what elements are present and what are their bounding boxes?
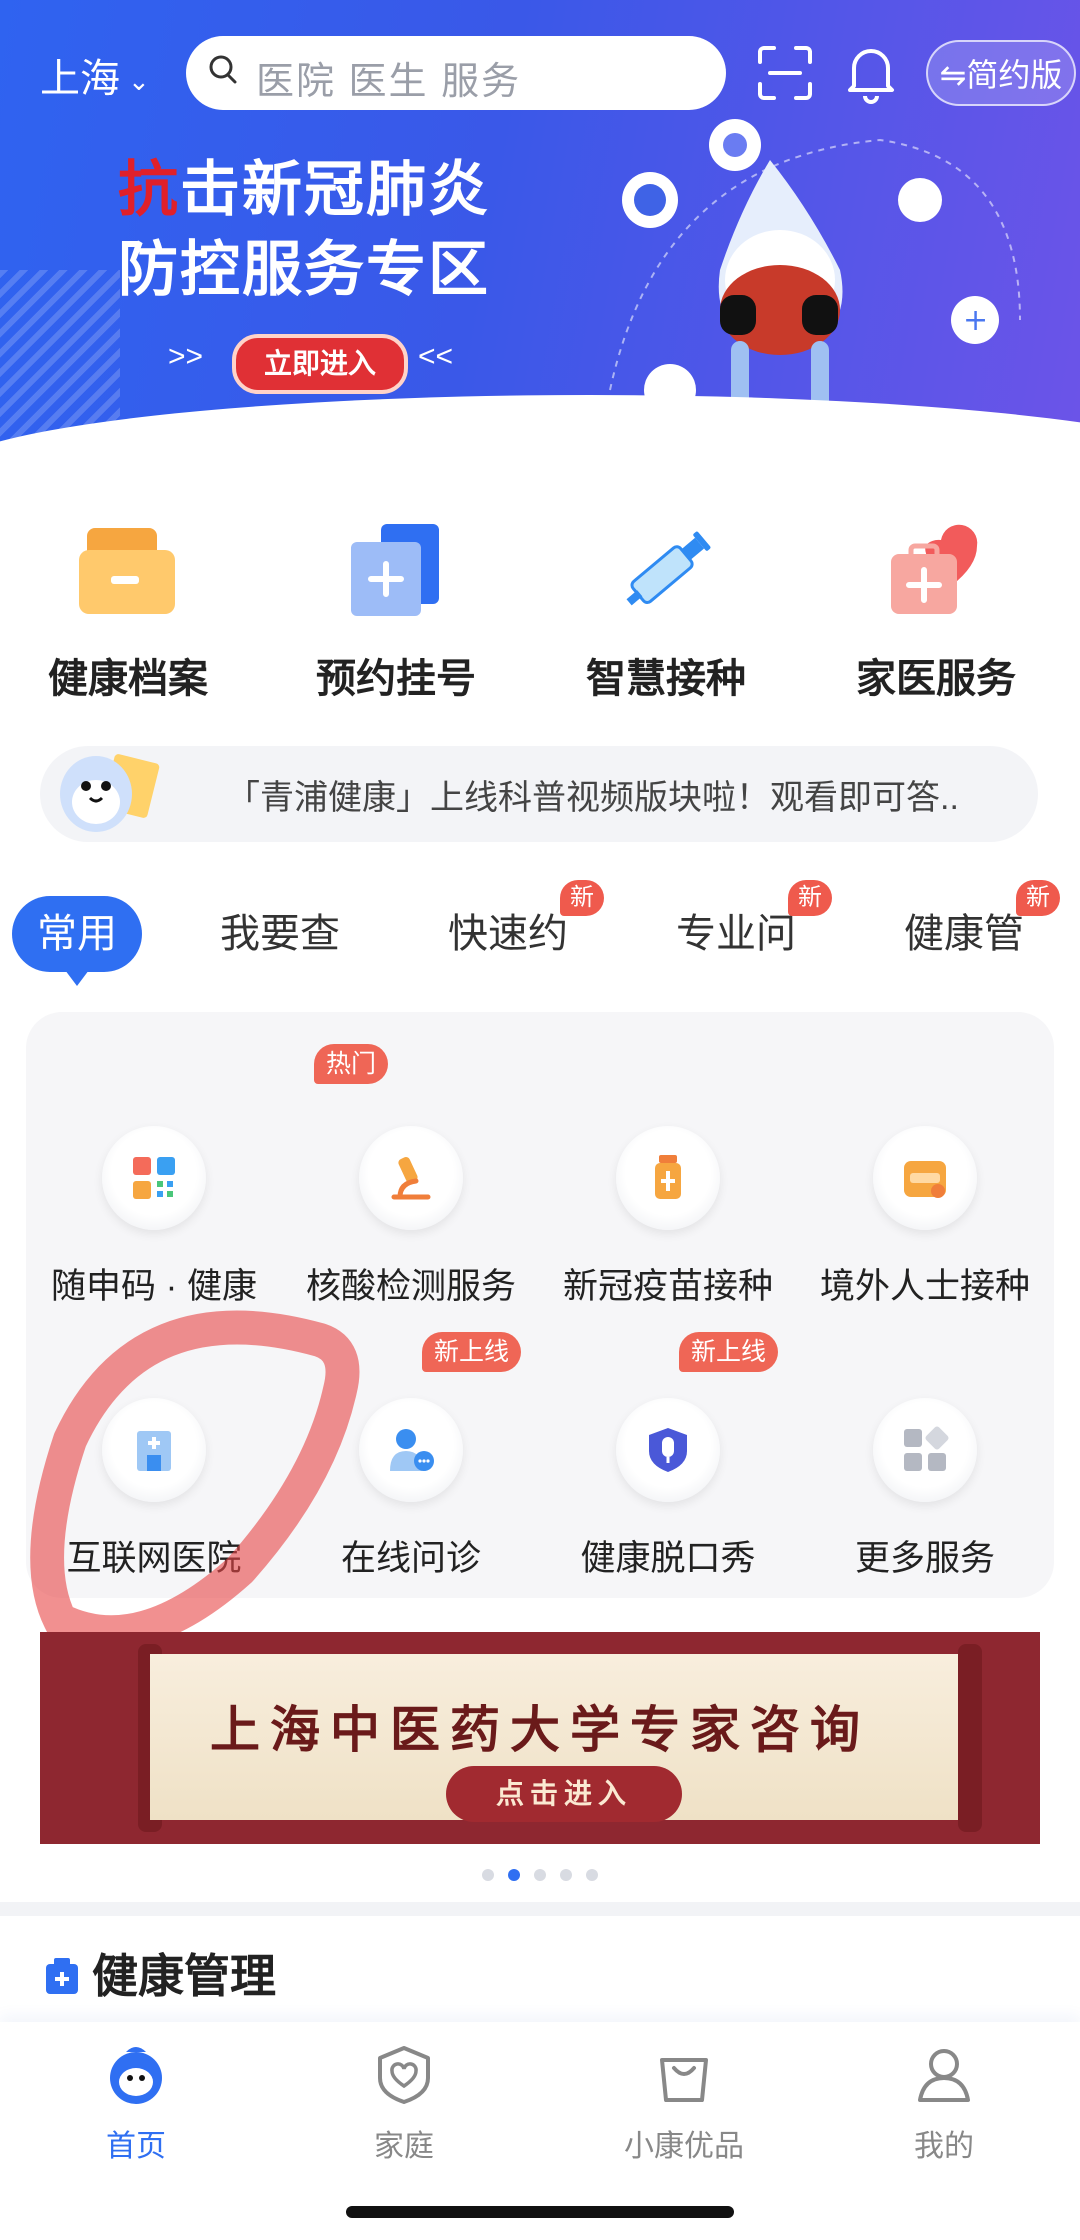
nav-label: 我的 xyxy=(914,2130,974,2163)
carousel-dot-active[interactable] xyxy=(508,1869,520,1881)
folder-icon xyxy=(79,528,175,614)
tab-health-management[interactable]: 健康管 新 xyxy=(884,880,1060,972)
carousel-dot[interactable] xyxy=(482,1869,494,1881)
syringe-icon xyxy=(626,531,711,606)
family-doctor-icon xyxy=(891,524,978,614)
tab-quick-booking[interactable]: 快速约 新 xyxy=(428,880,604,972)
doctor-chat-icon xyxy=(390,1429,434,1471)
nav-family[interactable]: 家庭 xyxy=(314,2042,494,2165)
mascot-illustration: + xyxy=(609,119,1021,416)
search-icon xyxy=(209,55,237,84)
home-mascot-icon xyxy=(110,2047,162,2104)
enter-now-button[interactable]: 立即进入 xyxy=(232,334,408,394)
service-label: 随申码 · 健康 xyxy=(50,1267,258,1306)
banner-stripes xyxy=(0,270,120,440)
tab-common[interactable]: 常用 xyxy=(12,896,142,986)
carousel-dot[interactable] xyxy=(534,1869,546,1881)
nav-shop[interactable]: 小康优品 xyxy=(594,2042,774,2165)
service-label: 核酸检测服务 xyxy=(305,1267,516,1306)
notice-bar[interactable]: 「青浦健康」上线科普视频版块啦！观看即可答.. xyxy=(40,746,1038,842)
city-selector[interactable]: 上海 ⌄ xyxy=(40,46,150,104)
service-more[interactable]: 更多服务 xyxy=(797,1374,1053,1604)
section-divider xyxy=(0,1902,1080,1916)
notice-text: 「青浦健康」上线科普视频版块啦！观看即可答.. xyxy=(226,779,959,817)
home-indicator xyxy=(346,2206,734,2218)
more-grid-icon xyxy=(904,1426,949,1471)
covid-banner[interactable]: 上海 ⌄ 医院 医生 服务 ⇋简约版 抗击新冠肺炎 防控服务专区 >> 立即进入 … xyxy=(0,0,1080,475)
nav-label: 小康优品 xyxy=(624,2130,744,2163)
quick-nav-label: 智慧接种 xyxy=(586,657,746,701)
service-label: 新冠疫苗接种 xyxy=(562,1267,773,1306)
quick-nav-vaccination[interactable]: 智慧接种 xyxy=(556,520,776,704)
search-bar[interactable]: 医院 医生 服务 xyxy=(186,36,726,110)
profile-icon xyxy=(918,2049,970,2102)
service-online-consult[interactable]: 在线问诊 xyxy=(283,1374,539,1604)
tab-query[interactable]: 我要查 xyxy=(200,896,360,972)
search-placeholder: 医院 医生 服务 xyxy=(256,61,522,103)
service-label: 健康脱口秀 xyxy=(580,1539,756,1578)
quick-nav-label: 健康档案 xyxy=(48,657,208,701)
quick-nav-registration[interactable]: 预约挂号 xyxy=(286,520,506,704)
service-label: 更多服务 xyxy=(854,1539,995,1578)
medical-kit-icon xyxy=(46,1958,78,1994)
nav-profile[interactable]: 我的 xyxy=(854,2042,1034,2165)
chevron-down-icon: ⌄ xyxy=(128,65,150,96)
vaccine-bottle-icon xyxy=(655,1155,681,1199)
bell-icon[interactable] xyxy=(842,42,900,104)
microphone-shield-icon xyxy=(649,1428,687,1472)
svg-text:+: + xyxy=(963,303,988,338)
new-badge: 新 xyxy=(1016,880,1060,916)
new-badge: 新 xyxy=(788,880,832,916)
quick-nav-family-doctor[interactable]: 家医服务 xyxy=(826,520,1046,704)
arrows-right: << xyxy=(418,340,454,373)
service-label: 境外人士接种 xyxy=(819,1267,1030,1306)
hot-badge: 热门 xyxy=(314,1044,389,1084)
nav-label: 家庭 xyxy=(374,2130,434,2163)
service-grid: 随申码 · 健康 核酸检测服务 热门 新冠疫苗接种 境外人士接种 互联网医院 在… xyxy=(26,1012,1054,1598)
register-icon xyxy=(351,524,439,616)
category-tabs: 常用 我要查 快速约 新 专业问 新 健康管 新 xyxy=(0,880,1080,986)
service-label: 互联网医院 xyxy=(66,1539,242,1578)
service-covid-vaccine[interactable]: 新冠疫苗接种 xyxy=(540,1102,796,1332)
shopping-bag-icon xyxy=(660,2058,708,2102)
service-nucleic-test[interactable]: 核酸检测服务 xyxy=(283,1102,539,1332)
quick-nav-health-record[interactable]: 健康档案 xyxy=(18,520,238,704)
family-heart-icon xyxy=(378,2046,430,2104)
new-badge: 新 xyxy=(560,880,604,916)
nav-home[interactable]: 首页 xyxy=(46,2042,226,2165)
service-label: 在线问诊 xyxy=(340,1539,481,1578)
hospital-icon xyxy=(137,1431,171,1471)
microscope-icon xyxy=(391,1156,431,1200)
tab-professional-consult[interactable]: 专业问 新 xyxy=(656,880,832,972)
city-label: 上海 xyxy=(40,57,120,101)
promo-enter-button[interactable]: 点击进入 xyxy=(446,1766,682,1822)
quick-nav: 健康档案 预约挂号 智慧接种 家医服务 xyxy=(0,520,1080,701)
nav-label: 首页 xyxy=(106,2130,166,2163)
service-suishen-code[interactable]: 随申码 · 健康 xyxy=(26,1102,282,1332)
carousel-dot[interactable] xyxy=(560,1869,572,1881)
promo-title: 上海中医药大学专家咨询 xyxy=(210,1702,870,1758)
covid-overseas-icon xyxy=(904,1161,946,1198)
health-management-section-title: 健康管理 xyxy=(44,1940,276,2006)
arrows-left: >> xyxy=(168,340,204,373)
banner-headline: 抗击新冠肺炎 防控服务专区 xyxy=(118,156,490,303)
promo-banner[interactable]: 上海中医药大学专家咨询 点击进入 xyxy=(40,1632,1040,1844)
mascot-mail-icon xyxy=(60,754,160,832)
carousel-dot[interactable] xyxy=(586,1869,598,1881)
new-online-badge: 新上线 xyxy=(679,1332,779,1372)
quick-nav-label: 预约挂号 xyxy=(316,657,476,701)
carousel-indicator xyxy=(0,1868,1080,1886)
new-online-badge: 新上线 xyxy=(422,1332,522,1372)
service-internet-hospital[interactable]: 互联网医院 xyxy=(26,1374,282,1604)
service-overseas-vaccine[interactable]: 境外人士接种 xyxy=(797,1102,1053,1332)
qr-code-icon xyxy=(133,1157,175,1199)
scan-icon[interactable] xyxy=(756,44,814,102)
quick-nav-label: 家医服务 xyxy=(856,657,1016,701)
service-health-talkshow[interactable]: 健康脱口秀 xyxy=(540,1374,796,1604)
simple-mode-button[interactable]: ⇋简约版 xyxy=(926,40,1076,106)
